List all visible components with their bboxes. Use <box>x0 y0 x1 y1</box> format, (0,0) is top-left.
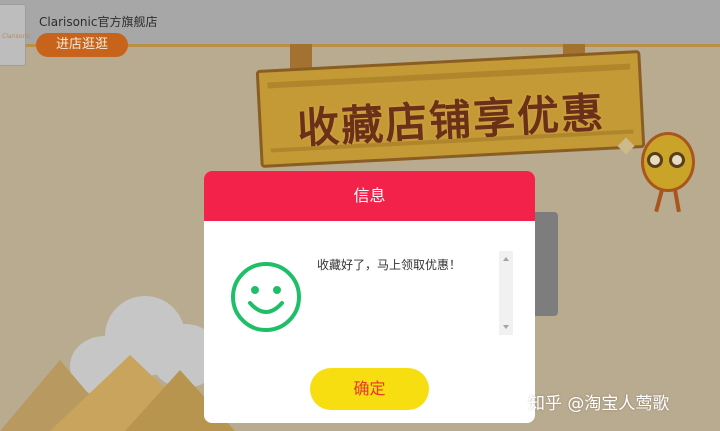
mascot-character <box>635 120 699 213</box>
confirm-button[interactable]: 确定 <box>310 368 429 410</box>
smiley-face-icon <box>231 262 301 332</box>
scroll-up-icon[interactable] <box>503 257 509 261</box>
mascot-eye-right <box>669 152 685 168</box>
mascot-eye-left <box>647 152 663 168</box>
message-scrollbar[interactable] <box>499 251 513 335</box>
shop-name[interactable]: Clarisonic官方旗舰店 <box>39 13 157 30</box>
banner-title: 收藏店铺享优惠 <box>296 87 607 154</box>
info-dialog: 信息 收藏好了，马上领取优惠！ 确定 <box>204 171 535 423</box>
scroll-down-icon[interactable] <box>503 325 509 329</box>
shop-logo[interactable]: Clarisonic <box>0 4 31 66</box>
watermark-text: 知乎 @淘宝人莺歌 <box>528 394 670 414</box>
dialog-title: 信息 <box>204 171 535 221</box>
sign-hanger-left <box>290 44 312 70</box>
shop-logo-text: Clarisonic <box>2 33 32 40</box>
banner-sign: 收藏店铺享优惠 <box>255 49 646 169</box>
enter-shop-button[interactable]: 进店逛逛 <box>36 33 128 57</box>
dialog-message: 收藏好了，马上领取优惠！ <box>317 258 462 272</box>
